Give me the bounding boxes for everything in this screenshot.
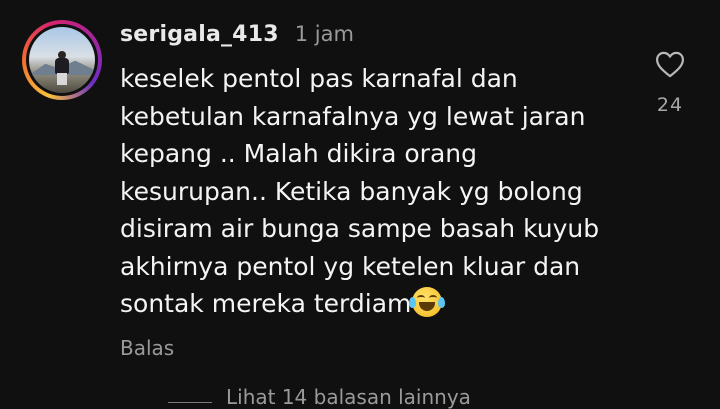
emoji-tear-left: [409, 297, 417, 308]
comment-line-7: sontak mereka terdiam: [120, 289, 412, 318]
comment-line-6: akhirnya pentol yg ketelen kluar dan: [120, 251, 581, 281]
username[interactable]: serigala_413: [120, 22, 279, 47]
view-replies-label: Lihat 14 balasan lainnya: [226, 385, 471, 409]
emoji-tear-right: [438, 297, 446, 308]
replies-divider-line: [168, 401, 212, 403]
view-replies-button[interactable]: Lihat 14 balasan lainnya: [168, 385, 471, 409]
like-area: 24: [648, 48, 692, 116]
avatar-person-legs: [57, 73, 67, 85]
avatar-story-ring[interactable]: [22, 20, 102, 100]
comment-line-3: kepang .. Malah dikira orang: [120, 139, 477, 168]
comment-line-5: disiram air bunga sampe basah kuyub: [120, 214, 600, 243]
emoji-mouth: [419, 302, 436, 311]
avatar-person-body: [55, 58, 69, 74]
comment-line-4: kesurupan.. Ketika banyak yg bolong: [120, 176, 583, 206]
comment-text: keselek pentol pas karnafal dan kebetula…: [120, 60, 640, 323]
heart-icon: [656, 51, 684, 77]
comment-header: serigala_413 1 jam: [120, 22, 354, 47]
like-count: 24: [656, 94, 684, 116]
comment-line-2: kebetulan karnafalnya yg lewat jaran: [120, 101, 586, 131]
avatar[interactable]: [29, 27, 95, 93]
comment-time: 1 jam: [294, 22, 354, 46]
emoji-eye-left: [417, 295, 426, 301]
comment-item: serigala_413 1 jam keselek pentol pas ka…: [0, 0, 720, 409]
comment-line-1: keselek pentol pas karnafal dan: [120, 64, 518, 93]
emoji-eye-right: [429, 295, 438, 301]
reply-button[interactable]: Balas: [120, 336, 174, 360]
avatar-frame: [26, 24, 98, 96]
like-button[interactable]: [653, 48, 687, 80]
face-with-tears-of-joy-icon: [409, 287, 446, 317]
